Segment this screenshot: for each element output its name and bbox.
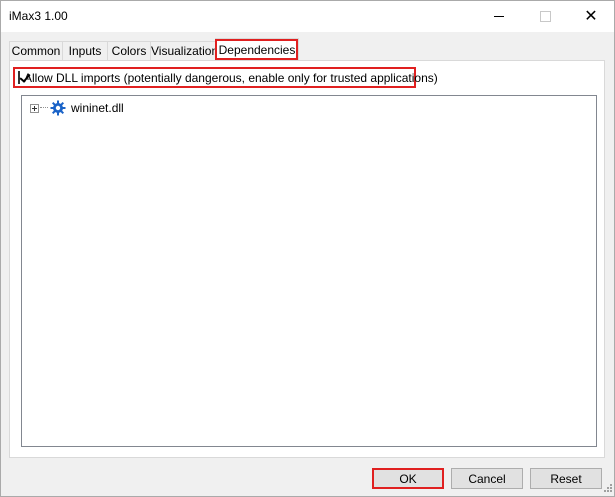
title-bar[interactable]: iMax3 1.00 ✕ <box>1 1 614 32</box>
tab-dependencies[interactable]: Dependencies <box>215 38 299 60</box>
expand-icon[interactable] <box>30 103 39 113</box>
resize-grip-icon[interactable] <box>602 484 612 494</box>
allow-dll-label[interactable]: Allow DLL imports (potentially dangerous… <box>24 71 438 85</box>
close-icon: ✕ <box>584 7 598 25</box>
window-title: iMax3 1.00 <box>9 9 68 23</box>
tree-item-label: wininet.dll <box>71 101 124 115</box>
reset-button[interactable]: Reset <box>530 468 602 489</box>
dependencies-tree[interactable]: wininet.dll <box>21 95 597 447</box>
tab-visualization[interactable]: Visualization <box>150 41 218 60</box>
cancel-button[interactable]: Cancel <box>451 468 523 489</box>
maximize-icon <box>539 11 551 22</box>
tree-item[interactable]: wininet.dll <box>30 100 124 116</box>
ok-button[interactable]: OK <box>372 468 444 489</box>
tab-colors[interactable]: Colors <box>107 41 151 60</box>
tab-inputs[interactable]: Inputs <box>62 41 108 60</box>
minimize-icon <box>494 16 504 17</box>
tab-common[interactable]: Common <box>9 41 63 60</box>
maximize-button <box>522 1 568 32</box>
allow-dll-checkbox-row[interactable]: Allow DLL imports (potentially dangerous… <box>13 67 438 88</box>
gear-icon <box>50 100 66 116</box>
tree-connector <box>40 107 48 109</box>
close-button[interactable]: ✕ <box>568 1 614 32</box>
dialog-window: iMax3 1.00 ✕ Common Inputs Colors Visual… <box>0 0 615 497</box>
minimize-button[interactable] <box>476 1 522 32</box>
allow-dll-checkbox[interactable] <box>18 71 31 84</box>
